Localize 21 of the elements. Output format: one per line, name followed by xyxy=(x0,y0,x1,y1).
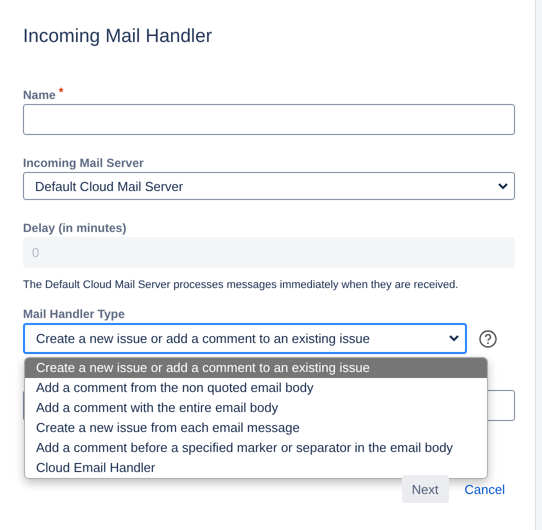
field-label: Mail Handler Type xyxy=(23,307,126,321)
select-field[interactable]: Default Cloud Mail Server xyxy=(23,172,515,200)
dropdown-option[interactable]: Add a comment from the non quoted email body xyxy=(25,378,487,398)
input-field[interactable] xyxy=(23,104,515,135)
select-field[interactable]: Create a new issue or add a comment to an existing issue xyxy=(23,323,467,354)
field-label: Incoming Mail Server xyxy=(23,156,145,170)
dropdown-option[interactable]: Add a comment before a specified marker or separator in the email body xyxy=(25,438,487,458)
field-label: Delay (in minutes) xyxy=(23,221,128,235)
next-button[interactable]: Next xyxy=(402,475,449,503)
dropdown-option[interactable]: Add a comment with the entire email body xyxy=(25,398,487,418)
dropdown-option[interactable]: Create a new issue or add a comment to an existing issue xyxy=(25,358,487,378)
cancel-link[interactable]: Cancel xyxy=(454,475,515,503)
chevron-down-icon xyxy=(498,182,508,190)
field-description: The Default Cloud Mail Server processes messages immediately when they are received. xyxy=(23,279,460,291)
help-icon[interactable] xyxy=(479,330,497,348)
dialog-title: Incoming Mail Handler xyxy=(23,26,214,48)
dropdown-option[interactable]: Create a new issue from each email message xyxy=(25,418,487,438)
field-label: Name * xyxy=(23,88,64,102)
chevron-down-icon xyxy=(449,335,459,342)
required-mark: * xyxy=(58,85,64,99)
dropdown-option[interactable]: Cloud Email Handler xyxy=(25,458,487,478)
